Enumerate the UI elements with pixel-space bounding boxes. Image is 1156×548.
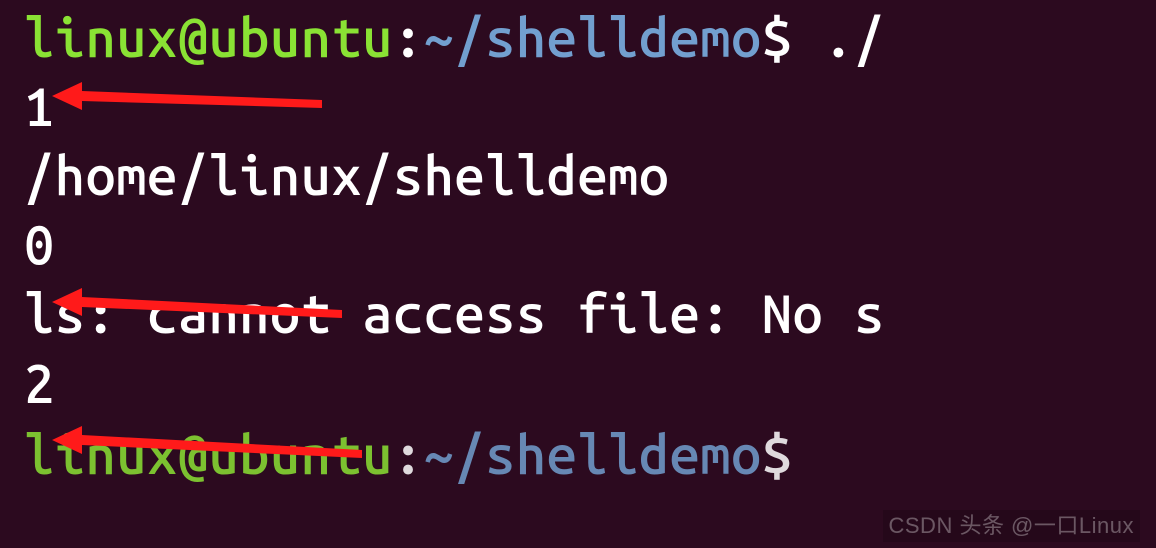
terminal-output: linux@ubuntu:~/shelldemo$ ./ 1 /home/lin… xyxy=(0,0,1156,490)
output-text: ls: cannot access file: No s xyxy=(24,284,885,344)
prompt-user: linux@ubuntu xyxy=(24,425,393,485)
prompt-dollar: $ xyxy=(762,425,793,485)
prompt-line: linux@ubuntu:~/shelldemo$ xyxy=(24,421,1156,490)
output-line: 0 xyxy=(24,211,1156,280)
output-text: 2 xyxy=(24,354,55,414)
prompt-sep: : xyxy=(393,8,424,68)
output-text: 0 xyxy=(24,215,55,275)
prompt-sep: : xyxy=(393,425,424,485)
output-line: 1 xyxy=(24,73,1156,142)
output-line: ls: cannot access file: No s xyxy=(24,280,1156,349)
prompt-path: ~/shelldemo xyxy=(424,8,762,68)
output-line: 2 xyxy=(24,350,1156,419)
output-text: 1 xyxy=(24,77,55,137)
prompt-line: linux@ubuntu:~/shelldemo$ ./ xyxy=(24,4,1156,73)
prompt-path: ~/shelldemo xyxy=(424,425,762,485)
output-line: /home/linux/shelldemo xyxy=(24,142,1156,211)
prompt-command: $ ./ xyxy=(762,8,885,68)
output-text: /home/linux/shelldemo xyxy=(24,146,670,206)
prompt-user: linux@ubuntu xyxy=(24,8,393,68)
watermark-text: CSDN 头条 @一口Linux xyxy=(883,510,1141,542)
